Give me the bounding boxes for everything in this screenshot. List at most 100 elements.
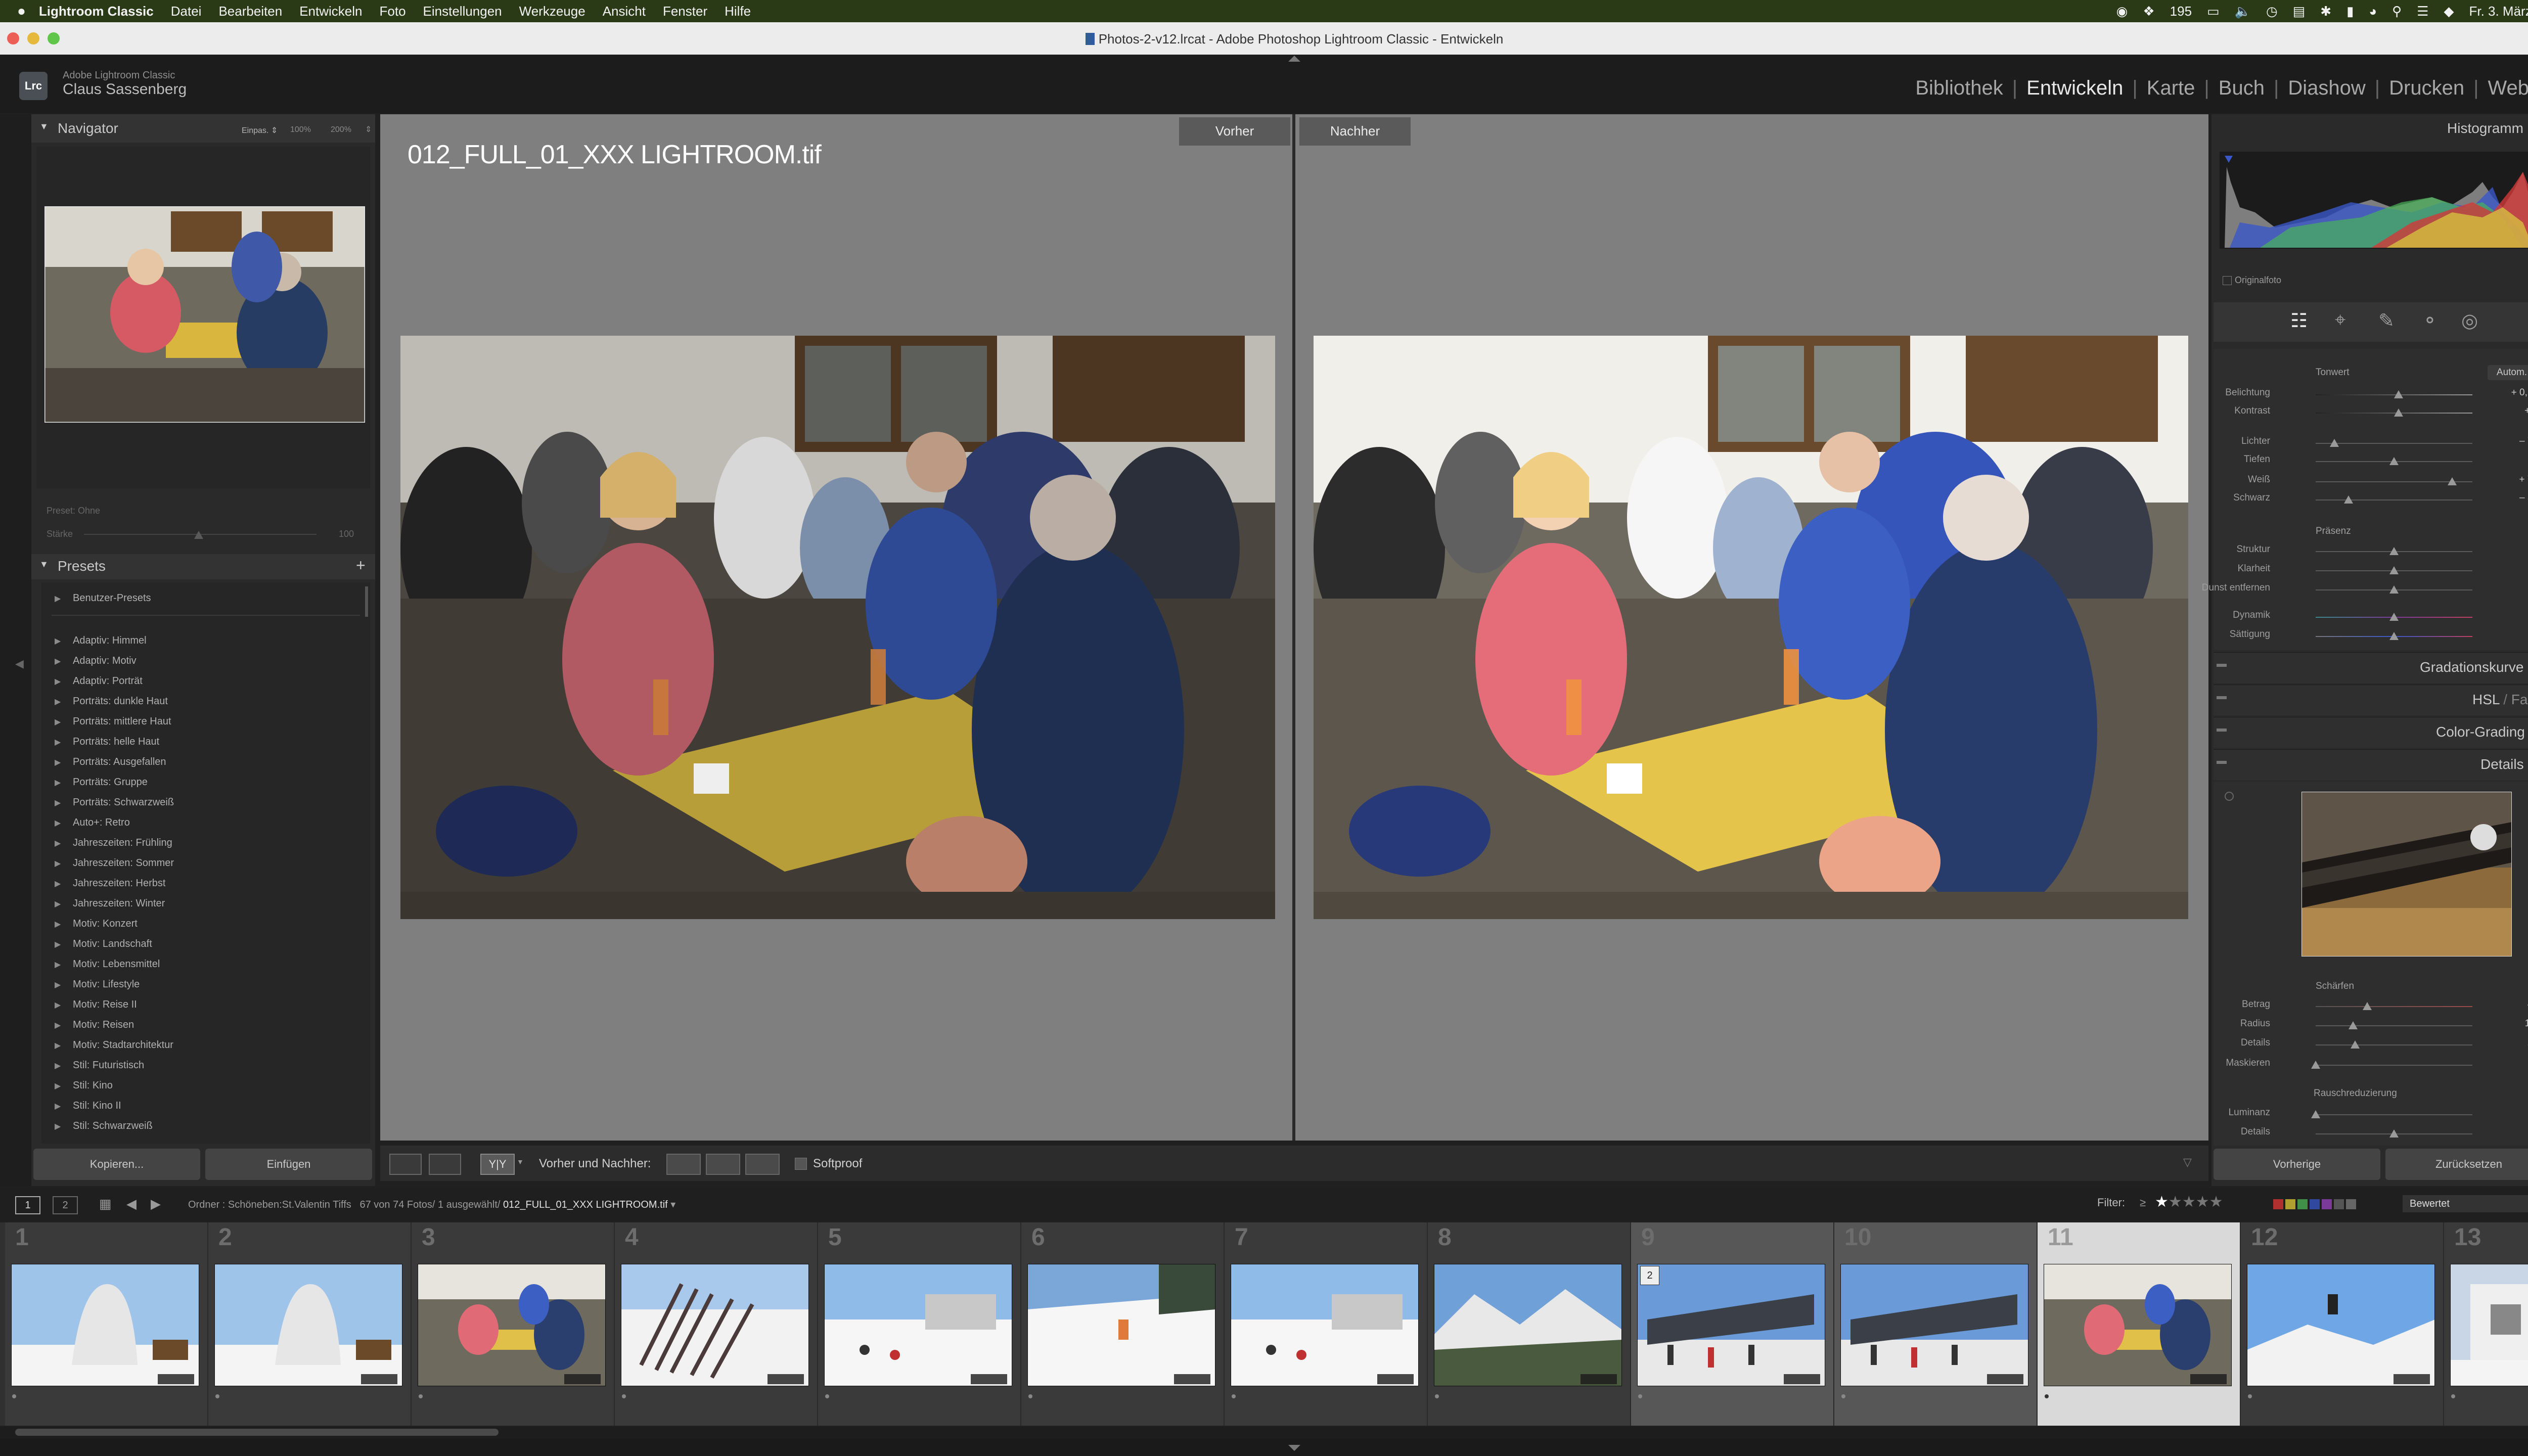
thumbnail-skier[interactable] [1027, 1264, 1215, 1386]
detail-zoom-preview[interactable] [2301, 792, 2512, 957]
thumbnail-slope[interactable] [824, 1264, 1012, 1386]
left-panel-scroll[interactable] [2, 657, 6, 733]
filmstrip-cell[interactable]: 1 [5, 1222, 208, 1426]
slider-value[interactable]: 1,0 [2493, 1018, 2528, 1029]
thumbnail-lift[interactable] [1840, 1264, 2028, 1386]
preset-amount-knob[interactable] [194, 531, 203, 539]
slider-value[interactable]: 0 [2493, 582, 2528, 594]
details-switch[interactable]: ▬ [2217, 755, 2227, 767]
color-tab[interactable]: Farbe [2511, 692, 2528, 707]
slider-knob[interactable] [2389, 457, 2399, 465]
slider-knob[interactable] [2350, 1040, 2360, 1049]
before-photo[interactable] [400, 336, 1275, 919]
slider-value[interactable]: 0 [2493, 629, 2528, 640]
auto-tone-button[interactable]: Autom. [2488, 365, 2528, 380]
navigator-preview[interactable] [44, 206, 365, 423]
preset-group-2[interactable]: ▶ Adaptiv: Porträt [41, 671, 370, 691]
dropbox-icon[interactable]: ❖ [2143, 4, 2154, 19]
slider-value[interactable]: + 7 [2493, 405, 2528, 417]
slider-knob[interactable] [2389, 613, 2399, 621]
slider-betrag[interactable]: Betrag 42 [2215, 999, 2528, 1014]
toolbar-menu-icon[interactable]: ▽ [2183, 1156, 2192, 1169]
time-machine-icon[interactable]: ◷ [2266, 4, 2278, 19]
slider-value[interactable]: 0 [2493, 454, 2528, 465]
thumbnail-snow-sculpture[interactable] [11, 1264, 199, 1386]
menu-datei[interactable]: Datei [171, 4, 202, 19]
preset-group-6[interactable]: ▶ Porträts: Ausgefallen [41, 752, 370, 771]
red-eye-icon[interactable]: ⚬ [2422, 309, 2438, 332]
slider-track[interactable] [2316, 1025, 2472, 1026]
thumbnail-skis[interactable] [621, 1264, 809, 1386]
search-icon[interactable]: ⚲ [2392, 4, 2402, 19]
slider-knob[interactable] [2311, 1110, 2320, 1118]
preset-group-3[interactable]: ▶ Porträts: dunkle Haut [41, 692, 370, 711]
slider-track[interactable] [2316, 499, 2472, 500]
preset-group-17[interactable]: ▶ Motiv: Lifestyle [41, 975, 370, 994]
display-icon[interactable]: ▭ [2207, 4, 2220, 19]
preset-group-24[interactable]: ▶ Stil: Schwarzweiß [41, 1116, 370, 1135]
preset-group-21[interactable]: ▶ Stil: Futuristisch [41, 1056, 370, 1075]
slider-struktur[interactable]: Struktur 0 [2215, 544, 2528, 559]
notes-icon[interactable]: ▤ [2293, 4, 2306, 19]
masking-icon[interactable]: ◎ [2461, 309, 2478, 332]
module-entwickeln[interactable]: Entwickeln [2026, 77, 2123, 100]
grid-view-icon[interactable]: ▦ [99, 1196, 112, 1212]
module-diashow[interactable]: Diashow [2288, 77, 2365, 100]
preset-group-13[interactable]: ▶ Jahreszeiten: Winter [41, 894, 370, 913]
creative-cloud-icon[interactable]: ◉ [2116, 4, 2128, 19]
slider-knob[interactable] [2344, 495, 2354, 504]
slider-track[interactable] [2316, 1065, 2472, 1066]
filmstrip-cell[interactable]: 3 [412, 1222, 615, 1426]
after-photo[interactable] [1314, 336, 2188, 919]
slider-value[interactable]: 0 [2493, 1107, 2528, 1118]
rating-filter[interactable]: ★★★★★ [2155, 1193, 2223, 1211]
thumbnail-mountains[interactable] [1434, 1264, 1622, 1386]
no-label-icon[interactable] [2334, 1199, 2344, 1209]
star-3-icon[interactable]: ★ [2182, 1194, 2196, 1210]
module-bibliothek[interactable]: Bibliothek [1915, 77, 2003, 100]
swap-before-after-button[interactable] [745, 1154, 780, 1175]
tone-curve-switch[interactable]: ▬ [2217, 658, 2227, 670]
preset-group-8[interactable]: ▶ Porträts: Schwarzweiß [41, 793, 370, 812]
menu-app[interactable]: Lightroom Classic [39, 4, 154, 19]
status-count[interactable]: 195 [2170, 4, 2192, 19]
thumbnail-terrace[interactable] [2044, 1264, 2232, 1386]
slider-value[interactable]: 0 [2493, 563, 2528, 574]
purple-label-icon[interactable] [2322, 1199, 2332, 1209]
filmstrip-cell[interactable]: 7 [1225, 1222, 1428, 1426]
menu-hilfe[interactable]: Hilfe [725, 4, 751, 19]
filmstrip-cell[interactable]: 13 [2444, 1222, 2528, 1426]
slider-track[interactable] [2316, 1044, 2472, 1045]
slider-knob[interactable] [2389, 1129, 2399, 1138]
slider-weiß[interactable]: Weiß + 74 [2215, 474, 2528, 489]
menu-ansicht[interactable]: Ansicht [603, 4, 646, 19]
preset-group-4[interactable]: ▶ Porträts: mittlere Haut [41, 712, 370, 731]
menu-fenster[interactable]: Fenster [663, 4, 707, 19]
second-window-button[interactable]: 2 [53, 1196, 78, 1214]
preset-group-user[interactable]: ▶ Benutzer-Presets [41, 586, 370, 611]
color-grading-switch[interactable]: ▬ [2217, 723, 2227, 735]
thumbnail-building[interactable] [2450, 1264, 2528, 1386]
module-karte[interactable]: Karte [2147, 77, 2195, 100]
apple-icon[interactable]: ● [17, 3, 26, 19]
hsl-tab[interactable]: HSL [2472, 692, 2499, 707]
battery-icon[interactable]: ▮ [2346, 4, 2354, 19]
slider-value[interactable]: 0 [2493, 1058, 2528, 1069]
star-1-icon[interactable]: ★ [2155, 1194, 2169, 1210]
loupe-view-button[interactable] [389, 1154, 422, 1175]
slider-knob[interactable] [2394, 390, 2404, 398]
filmstrip-cell[interactable]: 2 [208, 1222, 412, 1426]
slider-schwarz[interactable]: Schwarz – 58 [2215, 492, 2528, 508]
histogram-chart[interactable] [2220, 152, 2528, 249]
bluetooth-icon[interactable]: ✱ [2320, 4, 2331, 19]
edit-sliders-icon[interactable]: ☷ [2290, 309, 2308, 332]
slider-knob[interactable] [2311, 1061, 2320, 1069]
preset-group-19[interactable]: ▶ Motiv: Reisen [41, 1015, 370, 1034]
slider-details[interactable]: Details 25 [2215, 1037, 2528, 1053]
slider-kontrast[interactable]: Kontrast + 7 [2215, 405, 2528, 421]
back-icon[interactable]: ◀ [126, 1196, 137, 1212]
slider-knob[interactable] [2389, 585, 2399, 594]
siri-icon[interactable]: ◆ [2444, 4, 2454, 19]
blue-label-icon[interactable] [2310, 1199, 2320, 1209]
original-photo-checkbox[interactable] [2223, 276, 2232, 285]
